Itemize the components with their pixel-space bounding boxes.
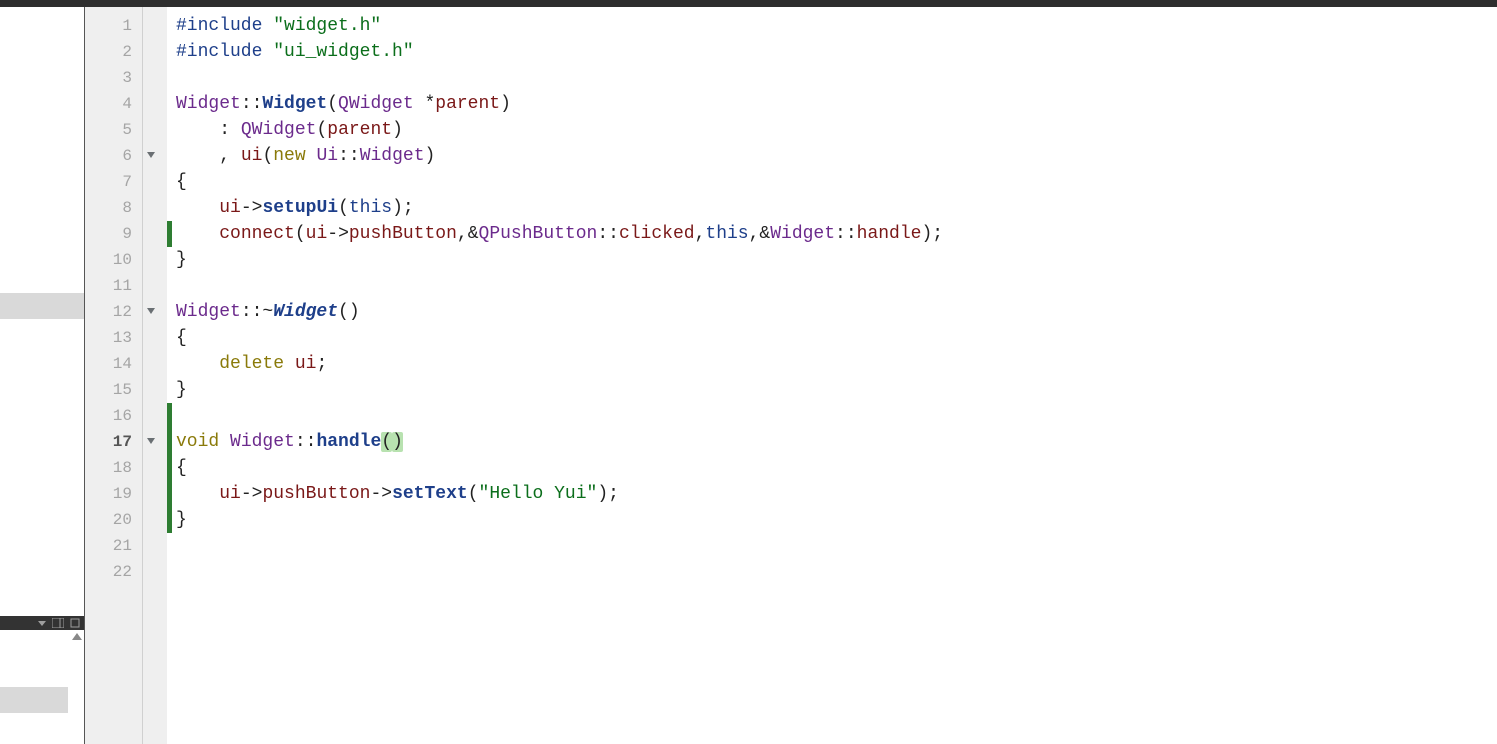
line-number[interactable]: 1 — [85, 13, 142, 39]
fold-row — [143, 299, 167, 325]
code-line[interactable] — [176, 65, 1497, 91]
line-number[interactable]: 10 — [85, 247, 142, 273]
line-number[interactable]: 3 — [85, 65, 142, 91]
line-number[interactable]: 12 — [85, 299, 142, 325]
line-number[interactable]: 11 — [85, 273, 142, 299]
fold-row — [143, 533, 167, 559]
side-panel — [0, 7, 84, 744]
code-line[interactable]: { — [176, 169, 1497, 195]
code-line[interactable]: #include "ui_widget.h" — [176, 39, 1497, 65]
fold-row — [143, 39, 167, 65]
code-line[interactable]: ui->pushButton->setText("Hello Yui"); — [176, 481, 1497, 507]
line-number[interactable]: 14 — [85, 351, 142, 377]
line-number[interactable]: 21 — [85, 533, 142, 559]
line-number[interactable]: 17 — [85, 429, 142, 455]
panel-splitter-2[interactable] — [0, 687, 68, 713]
code-line[interactable]: #include "widget.h" — [176, 13, 1497, 39]
code-line[interactable]: delete ui; — [176, 351, 1497, 377]
fold-row — [143, 325, 167, 351]
code-line[interactable]: connect(ui->pushButton,&QPushButton::cli… — [176, 221, 1497, 247]
code-line[interactable]: Widget::Widget(QWidget *parent) — [176, 91, 1497, 117]
fold-row — [143, 507, 167, 533]
fold-row — [143, 247, 167, 273]
line-number-gutter[interactable]: 12345678910111213141516171819202122 — [85, 7, 143, 744]
line-number[interactable]: 16 — [85, 403, 142, 429]
code-line[interactable]: : QWidget(parent) — [176, 117, 1497, 143]
code-line[interactable]: Widget::~Widget() — [176, 299, 1497, 325]
fold-row — [143, 429, 167, 455]
fold-toggle-icon[interactable] — [147, 308, 155, 314]
code-text-area[interactable]: #include "widget.h"#include "ui_widget.h… — [172, 7, 1497, 744]
close-panel-icon[interactable] — [70, 618, 80, 628]
fold-row — [143, 143, 167, 169]
fold-row — [143, 455, 167, 481]
code-line[interactable]: void Widget::handle() — [176, 429, 1497, 455]
code-line[interactable]: { — [176, 455, 1497, 481]
line-number[interactable]: 15 — [85, 377, 142, 403]
fold-row — [143, 403, 167, 429]
fold-toggle-icon[interactable] — [147, 152, 155, 158]
line-number[interactable]: 22 — [85, 559, 142, 585]
fold-row — [143, 273, 167, 299]
fold-toggle-icon[interactable] — [147, 438, 155, 444]
line-number[interactable]: 13 — [85, 325, 142, 351]
expand-up-icon[interactable] — [72, 633, 82, 640]
code-line[interactable]: , ui(new Ui::Widget) — [176, 143, 1497, 169]
dropdown-icon[interactable] — [38, 619, 46, 627]
code-line[interactable] — [176, 273, 1497, 299]
fold-row — [143, 169, 167, 195]
fold-row — [143, 351, 167, 377]
line-number[interactable]: 9 — [85, 221, 142, 247]
panel-splitter-1[interactable] — [0, 293, 84, 319]
fold-row — [143, 559, 167, 585]
line-number[interactable]: 8 — [85, 195, 142, 221]
line-number[interactable]: 18 — [85, 455, 142, 481]
code-line[interactable]: } — [176, 507, 1497, 533]
code-line[interactable]: ui->setupUi(this); — [176, 195, 1497, 221]
fold-column[interactable] — [143, 7, 167, 744]
code-line[interactable]: } — [176, 377, 1497, 403]
code-line[interactable] — [176, 559, 1497, 585]
split-right-icon[interactable] — [52, 618, 64, 628]
panel-toolbar[interactable] — [0, 616, 84, 630]
code-line[interactable] — [176, 533, 1497, 559]
window-titlebar — [0, 0, 1497, 7]
fold-row — [143, 195, 167, 221]
line-number[interactable]: 6 — [85, 143, 142, 169]
code-line[interactable] — [176, 403, 1497, 429]
fold-row — [143, 117, 167, 143]
line-number[interactable]: 4 — [85, 91, 142, 117]
line-number[interactable]: 5 — [85, 117, 142, 143]
code-line[interactable]: { — [176, 325, 1497, 351]
line-number[interactable]: 7 — [85, 169, 142, 195]
fold-row — [143, 377, 167, 403]
fold-row — [143, 221, 167, 247]
line-number[interactable]: 2 — [85, 39, 142, 65]
line-number[interactable]: 20 — [85, 507, 142, 533]
fold-row — [143, 65, 167, 91]
line-number[interactable]: 19 — [85, 481, 142, 507]
code-line[interactable]: } — [176, 247, 1497, 273]
fold-row — [143, 91, 167, 117]
fold-row — [143, 481, 167, 507]
fold-row — [143, 13, 167, 39]
code-editor[interactable]: 12345678910111213141516171819202122 #inc… — [84, 7, 1497, 744]
